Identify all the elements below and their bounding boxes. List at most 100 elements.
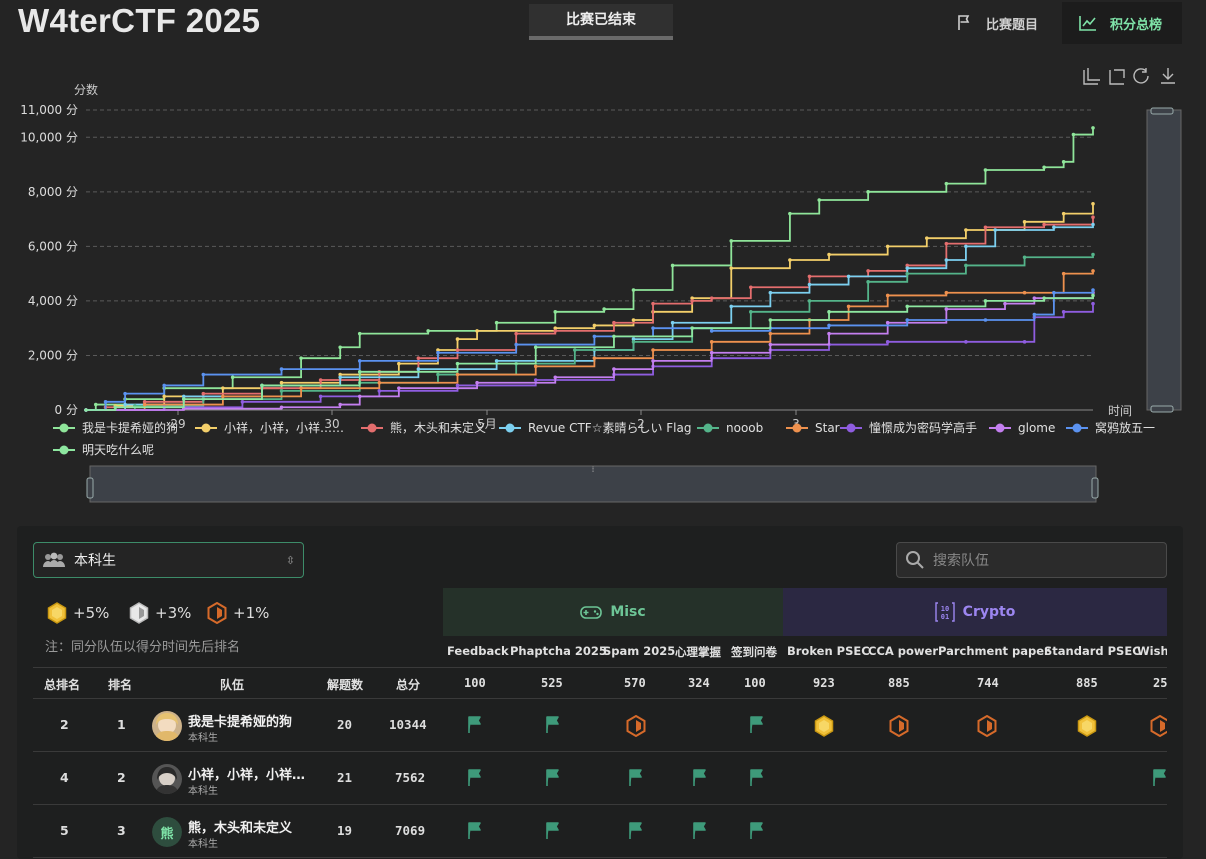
data-point [338, 375, 342, 380]
search-icon [906, 551, 924, 569]
total-score: 10344 [389, 717, 427, 732]
data-point [533, 364, 538, 369]
team-search-input[interactable]: 搜索队伍 [896, 542, 1167, 578]
overall-rank: 5 [60, 823, 69, 838]
data-point [279, 389, 284, 393]
team-name[interactable]: 熊，木头和未定义 [188, 817, 292, 836]
legend-label: 憧憬成为密码学高手 [869, 420, 977, 435]
data-point [592, 334, 597, 339]
data-point [279, 405, 284, 410]
legend-marker [995, 423, 1005, 433]
data-point [416, 367, 421, 371]
data-point [670, 263, 675, 268]
data-point [768, 342, 773, 347]
data-point [983, 168, 988, 172]
zoom-reset-icon[interactable] [1109, 69, 1125, 85]
data-point [1022, 220, 1027, 224]
legend-item[interactable]: 熊，木头和未定义 [361, 420, 486, 435]
data-point [142, 402, 147, 407]
data-point [807, 299, 812, 303]
bonus-silver-label: +3% [155, 604, 192, 622]
data-point [729, 239, 734, 243]
zoom-icon[interactable] [1083, 68, 1100, 85]
data-point [612, 367, 616, 371]
data-point [1022, 290, 1027, 295]
y-tick-label: 11,000 分 [20, 103, 78, 117]
legend-marker [792, 423, 802, 433]
data-point [426, 329, 430, 333]
data-point [983, 318, 988, 322]
division-select-value: 本科生 [74, 553, 116, 569]
data-point [651, 326, 655, 330]
legend-item[interactable]: 小祥，小祥，小祥…… [195, 421, 344, 435]
data-point [416, 356, 421, 360]
data-point [631, 288, 636, 292]
legend-item[interactable]: nooob [697, 421, 763, 435]
series-line [86, 270, 1094, 411]
data-point [1022, 340, 1027, 344]
division-rank: 1 [117, 717, 126, 732]
data-point [964, 228, 968, 232]
data-point [709, 329, 714, 333]
legend-marker [1072, 423, 1082, 433]
nav-challenges-button[interactable]: 比赛题目 [940, 2, 1054, 44]
data-point [602, 307, 606, 311]
data-point [1052, 290, 1056, 295]
category-crypto-label: Crypto [962, 604, 1016, 620]
legend-item[interactable]: glome [989, 421, 1055, 435]
bronze-blood-icon [977, 714, 997, 738]
solved-count: 21 [337, 770, 353, 785]
data-point [377, 380, 382, 385]
data-point [612, 334, 616, 339]
data-point [1091, 269, 1095, 273]
data-point [885, 320, 890, 325]
legend-item[interactable]: 窝鸦放五一 [1066, 420, 1155, 435]
challenge-score: 100 [744, 676, 766, 690]
data-point [827, 323, 831, 328]
refresh-icon[interactable] [1133, 68, 1149, 84]
legend-item[interactable]: 明天吃什么呢 [53, 443, 154, 457]
col-rank: 排名 [108, 678, 133, 692]
data-point [221, 394, 225, 399]
data-point [827, 310, 831, 314]
data-point [436, 372, 440, 377]
data-point [768, 290, 773, 295]
solved-flag-icon [690, 768, 710, 788]
x-zoom-slider[interactable]: ⁞ [86, 465, 1099, 503]
data-point [1091, 293, 1095, 298]
data-point [983, 225, 988, 230]
challenge-header: 签到问卷 [731, 645, 777, 659]
data-point [455, 361, 460, 366]
data-point [1061, 310, 1066, 314]
data-point [709, 350, 714, 355]
data-point [1052, 225, 1056, 230]
nav-scoreboard-label: 积分总榜 [1110, 17, 1163, 33]
legend-item[interactable]: Revue CTF☆素晴らしい Flag [499, 421, 691, 435]
data-point [1091, 215, 1095, 220]
division-select[interactable]: 本科生 ⇳ [33, 542, 304, 578]
data-point [240, 400, 245, 404]
challenge-header: 心理掌握 [675, 645, 721, 659]
download-icon[interactable] [1161, 68, 1175, 84]
y-zoom-slider[interactable] [1146, 107, 1182, 413]
nav-scoreboard-button[interactable]: 积分总榜 [1062, 2, 1182, 44]
solved-flag-icon [747, 715, 767, 735]
solved-flag-icon [543, 821, 563, 841]
team-name[interactable]: 我是卡提希娅的狗 [188, 711, 292, 730]
data-point [455, 383, 460, 388]
data-point [553, 310, 558, 314]
data-point [690, 326, 694, 330]
data-point [964, 340, 968, 344]
legend-item[interactable]: 我是卡提希娅的狗 [53, 420, 178, 435]
legend-label: 熊，木头和未定义 [390, 420, 486, 435]
data-point [201, 391, 206, 396]
data-point [514, 342, 518, 347]
data-point [553, 375, 558, 380]
x-axis-label: 时间 [1108, 404, 1132, 418]
team-name[interactable]: 小祥，小祥，小祥… [188, 764, 305, 783]
bronze-blood-icon [207, 602, 227, 624]
data-point [113, 405, 118, 410]
legend-item[interactable]: 憧憬成为密码学高手 [840, 420, 977, 435]
data-point [1061, 211, 1066, 216]
data-point [944, 307, 949, 311]
